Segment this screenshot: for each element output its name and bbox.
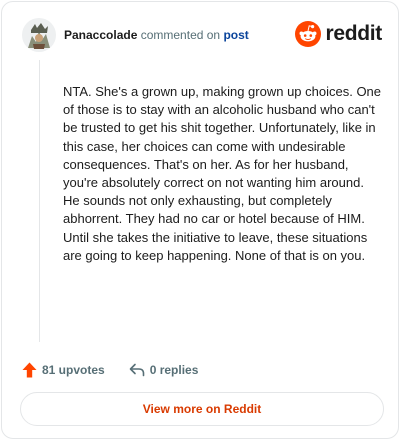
user-avatar[interactable]: [22, 18, 56, 52]
replies-stat[interactable]: 0 replies: [129, 363, 199, 377]
upvotes-count: 81 upvotes: [42, 363, 105, 377]
thread-line: [39, 60, 40, 342]
comment-body: NTA. She's a grown up, making grown up c…: [63, 84, 382, 263]
comment-meta: Panaccolade commented on post: [64, 27, 249, 43]
reddit-brand-link[interactable]: reddit: [295, 20, 382, 48]
post-link[interactable]: post: [223, 28, 248, 42]
comment-header: Panaccolade commented on post reddit: [22, 18, 382, 54]
embedded-comment-card: Panaccolade commented on post reddit NTA…: [1, 1, 399, 439]
avatar-illustration-icon: [22, 18, 56, 52]
view-more-button[interactable]: View more on Reddit: [20, 392, 384, 426]
reddit-logo-icon: [295, 21, 322, 47]
upvotes-stat[interactable]: 81 upvotes: [22, 362, 105, 378]
comment-stats: 81 upvotes 0 replies: [22, 360, 198, 380]
reddit-wordmark: reddit: [325, 22, 382, 45]
username-link[interactable]: Panaccolade: [64, 28, 137, 42]
replies-count: 0 replies: [149, 363, 199, 377]
upvote-arrow-icon: [22, 362, 37, 378]
comment-action-text: commented on: [140, 28, 221, 42]
reply-arrow-icon: [129, 363, 145, 377]
